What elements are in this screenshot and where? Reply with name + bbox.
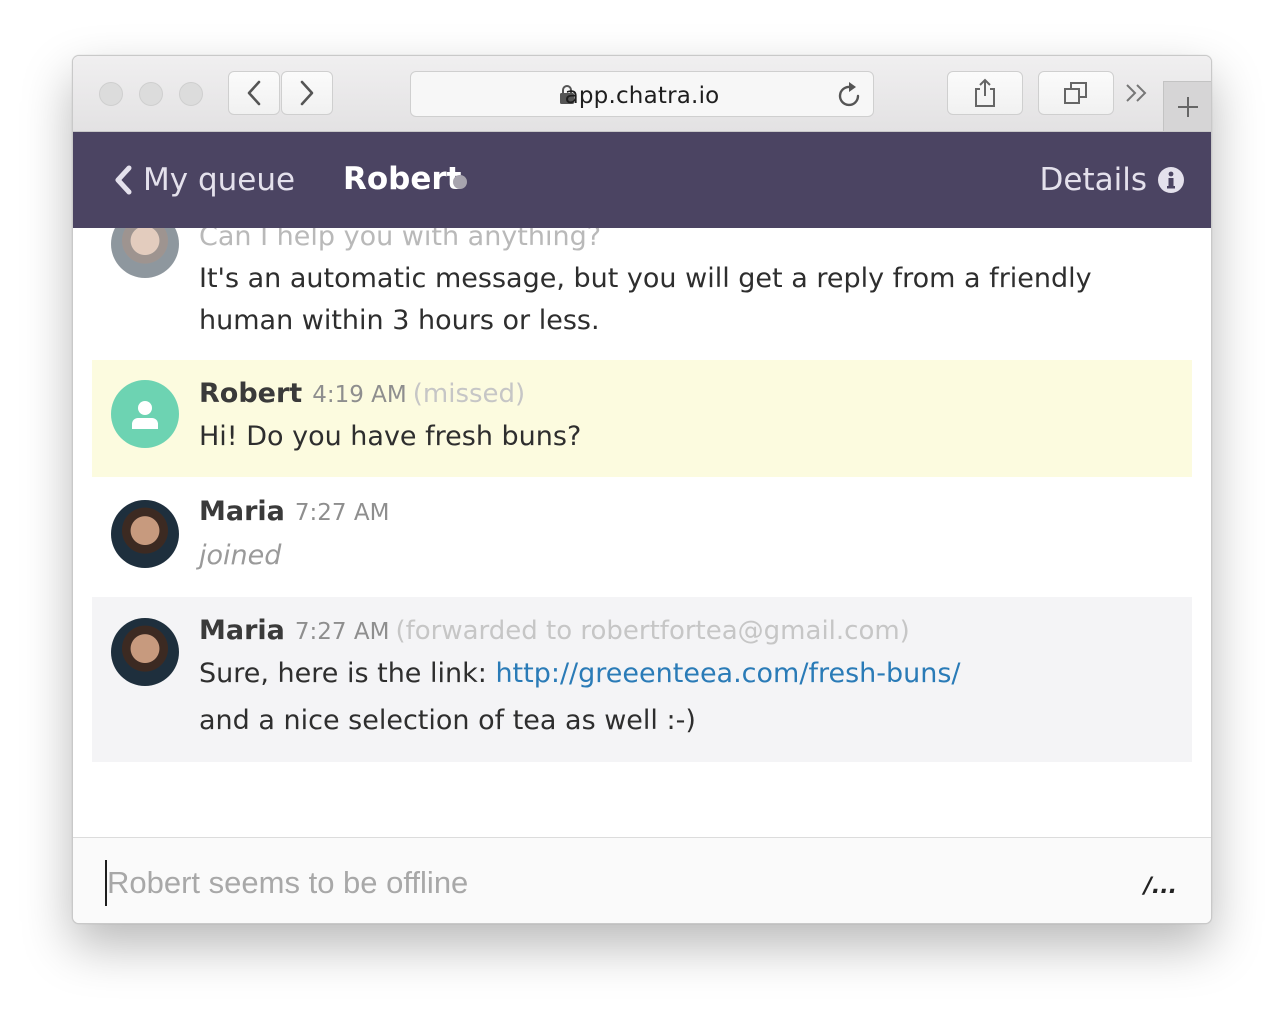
message-input[interactable] [105,860,1089,906]
minimize-window-button[interactable] [139,82,163,106]
message-composer: /... [73,837,1211,923]
message-time: 4:19 AM [312,382,407,408]
messages-list: Can I help you with anything? It's an au… [73,228,1211,837]
double-chevron-icon[interactable] [1123,78,1151,108]
message-visitor: Robert 4:19 AM (missed) Hi! Do you have fr… [92,360,1192,477]
info-icon [1158,167,1184,193]
agent-avatar [111,500,179,568]
close-window-button[interactable] [99,82,123,106]
message-note: (forwarded to robertfortea@gmail.com) [395,616,910,646]
new-tab-button[interactable] [1163,81,1211,131]
message-time: 7:27 AM [294,500,390,526]
back-label: My queue [143,162,296,198]
message-event-text: joined [199,540,282,571]
message-text: Sure, here is the link: http://greeentee… [199,653,961,695]
message-header: Robert 4:19 AM (missed) [199,378,525,409]
message-bot: Can I help you with anything? It's an au… [92,228,1192,340]
share-icon [975,78,995,107]
shortcut-hint[interactable]: /... [1144,874,1177,899]
browser-toolbar: app.chatra.io [73,56,1211,132]
message-text-line2: and a nice selection of tea as well :-) [199,705,696,736]
message-author: Robert [199,378,303,409]
zoom-window-button[interactable] [179,82,203,106]
agent-avatar [111,618,179,686]
chevron-right-icon [300,80,314,106]
conversation-title: Robert [343,161,462,197]
reload-icon[interactable] [837,81,863,109]
user-icon [132,401,158,429]
forward-button[interactable] [281,71,333,115]
message-author: Maria [199,496,285,527]
message-text-prefix: Sure, here is the link: [199,658,496,689]
visitor-avatar [111,380,179,448]
message-header: Maria 7:27 AM [199,496,389,527]
conversation-header: My queue Robert Details [73,132,1211,228]
browser-window: app.chatra.io My queue Robert Details Ca… [72,55,1212,924]
message-partial-text: Can I help you with anything? [199,228,602,252]
details-button[interactable]: Details [1040,162,1185,198]
message-header: Maria 7:27 AM (forwarded to robertfortea@g… [199,615,910,646]
back-button[interactable] [228,71,280,115]
tabs-overview-button[interactable] [1038,71,1114,115]
details-label: Details [1039,162,1147,198]
address-url: app.chatra.io [564,83,720,109]
my-queue-back-link[interactable]: My queue [113,162,295,198]
message-agent: Maria 7:27 AM (forwarded to robertfortea@g… [92,597,1192,762]
share-button[interactable] [947,71,1023,115]
message-link[interactable]: http://greeenteea.com/fresh-buns/ [495,658,960,689]
message-event: Maria 7:27 AM joined [92,478,1192,596]
chevron-left-icon [115,165,132,195]
message-text: Hi! Do you have fresh buns? [199,421,582,452]
chevron-left-icon [247,80,261,106]
message-time: 7:27 AM [294,619,390,645]
address-bar[interactable]: app.chatra.io [410,71,874,117]
message-author: Maria [199,615,285,646]
message-note: (missed) [412,379,526,409]
message-text: It's an automatic message, but you will … [199,263,1092,336]
plus-icon [1177,96,1198,117]
bot-avatar [111,228,179,278]
tabs-icon [1064,82,1087,104]
offline-status-dot [453,175,467,189]
